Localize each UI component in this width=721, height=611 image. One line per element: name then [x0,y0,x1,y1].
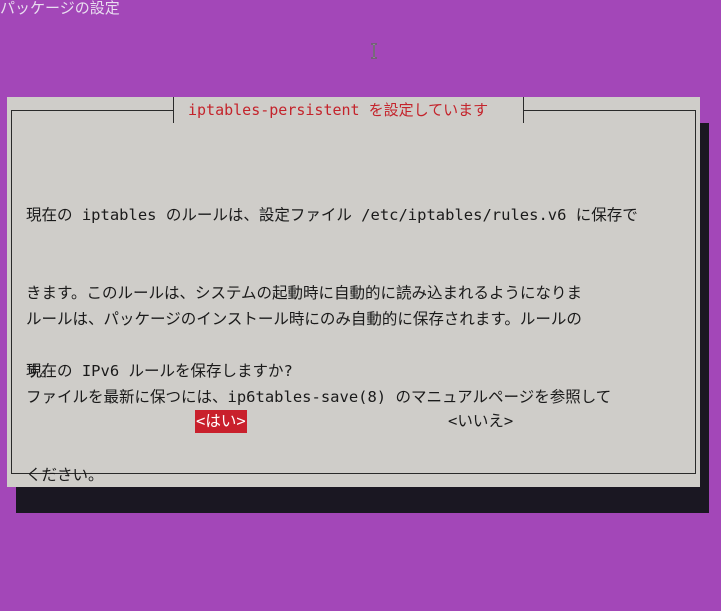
dialog-title-box: iptables-persistent を設定しています [173,97,524,123]
yes-button[interactable]: <はい> [195,410,247,433]
dialog-title: iptables-persistent を設定しています [188,101,489,119]
configuration-dialog: iptables-persistent を設定しています 現在の iptable… [7,97,700,487]
paragraph-line: 現在の iptables のルールは、設定ファイル /etc/iptables/… [26,206,638,224]
window-title: パッケージの設定 [0,0,120,17]
paragraph-line: ください。 [26,466,104,484]
text-cursor-icon [371,43,377,59]
no-button[interactable]: <いいえ> [447,410,514,433]
paragraph-line: ルールは、パッケージのインストール時にのみ自動的に保存されます。ルールの [26,310,582,328]
paragraph-save-info: ルールは、パッケージのインストール時にのみ自動的に保存されます。ルールの ファイ… [26,254,611,540]
save-question: 現在の IPv6 ルールを保存しますか? [26,362,293,380]
paragraph-line: ファイルを最新に保つには、ip6tables-save(8) のマニュアルページ… [26,388,612,406]
dialog-shadow-right [700,123,709,513]
